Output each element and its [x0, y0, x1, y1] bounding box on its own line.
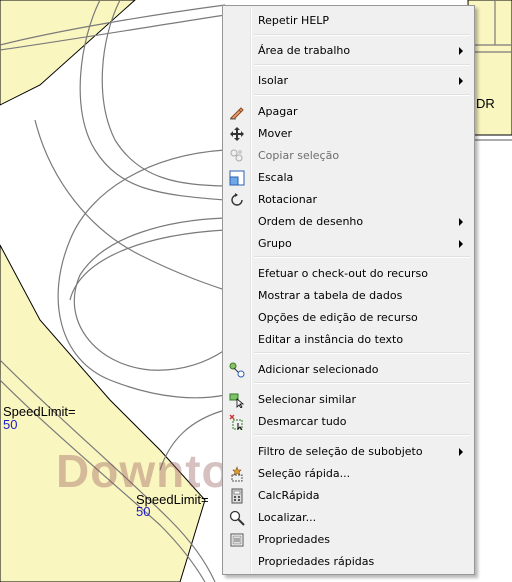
move-icon	[229, 126, 245, 142]
menu-item-label: Adicionar selecionado	[258, 363, 379, 376]
calculator-icon	[229, 488, 245, 504]
menu-item-label: CalcRápida	[258, 489, 320, 502]
menu-item-apagar[interactable]: Apagar	[225, 101, 472, 123]
menu-item-isolar[interactable]: Isolar	[225, 70, 472, 92]
submenu-arrow-icon	[459, 77, 463, 85]
menu-item-label: Escala	[258, 171, 294, 184]
find-icon	[229, 510, 245, 526]
menu-item-mover[interactable]: Mover	[225, 123, 472, 145]
menu-item-label: Efetuar o check-out do recurso	[258, 267, 429, 280]
menu-separator	[254, 34, 470, 36]
submenu-arrow-icon	[459, 448, 463, 456]
menu-item-opcoes-de-edicao-de-recurso[interactable]: Opções de edição de recurso	[225, 307, 472, 329]
map-label-speedlimit-value: 50	[136, 504, 151, 519]
rotate-icon	[229, 192, 245, 208]
menu-item-propriedades[interactable]: Propriedades	[225, 529, 472, 551]
menu-item-copiar-selecao: Copiar seleção	[225, 145, 472, 167]
menu-separator	[254, 382, 470, 384]
menu-separator	[254, 94, 470, 96]
map-parcel-right-bottom	[470, 140, 512, 580]
menu-item-label: Opções de edição de recurso	[258, 311, 418, 324]
menu-item-rotacionar[interactable]: Rotacionar	[225, 189, 472, 211]
menu-item-label: Grupo	[258, 237, 292, 250]
submenu-arrow-icon	[459, 240, 463, 248]
select-similar-icon	[229, 392, 245, 409]
menu-item-label: Ordem de desenho	[258, 215, 364, 228]
menu-item-selecionar-similar[interactable]: Selecionar similar	[225, 389, 472, 411]
quick-select-icon	[229, 466, 245, 482]
menu-item-label: Filtro de seleção de subobjeto	[258, 445, 423, 458]
menu-item-adicionar-selecionado[interactable]: Adicionar selecionado	[225, 359, 472, 381]
menu-separator	[254, 352, 470, 354]
menu-item-propriedades-rapidas[interactable]: Propriedades rápidas	[225, 551, 472, 573]
deselect-all-icon	[229, 414, 245, 431]
menu-separator	[254, 256, 470, 258]
menu-item-label: Mover	[258, 127, 293, 140]
map-label-dr: DR	[476, 96, 495, 111]
menu-item-label: Apagar	[258, 105, 298, 118]
menu-item-label: Propriedades	[258, 533, 330, 546]
menu-item-efetuar-o-check-out-do-recurso[interactable]: Efetuar o check-out do recurso	[225, 263, 472, 285]
menu-item-ordem-de-desenho[interactable]: Ordem de desenho	[225, 211, 472, 233]
menu-item-label: Desmarcar tudo	[258, 415, 347, 428]
menu-item-label: Selecionar similar	[258, 393, 357, 406]
menu-item-editar-a-instancia-do-texto[interactable]: Editar a instância do texto	[225, 329, 472, 351]
menu-item-repetir-help[interactable]: Repetir HELP	[225, 10, 472, 32]
menu-item-label: Localizar...	[258, 511, 317, 524]
menu-item-label: Isolar	[258, 74, 289, 87]
map-label-speedlimit-value: 50	[3, 417, 18, 432]
menu-item-label: Mostrar a tabela de dados	[258, 289, 403, 302]
menu-item-label: Seleção rápida...	[258, 467, 351, 480]
menu-item-filtro-de-selecao-de-subobjeto[interactable]: Filtro de seleção de subobjeto	[225, 441, 472, 463]
menu-item-mostrar-a-tabela-de-dados[interactable]: Mostrar a tabela de dados	[225, 285, 472, 307]
menu-item-label: Rotacionar	[258, 193, 318, 206]
menu-item-localizar[interactable]: Localizar...	[225, 507, 472, 529]
menu-item-label: Copiar seleção	[258, 149, 340, 162]
eraser-icon	[229, 104, 245, 120]
context-menu[interactable]: Repetir HELP Área de trabalho Isolar Apagar…	[222, 5, 475, 575]
properties-icon	[229, 532, 245, 548]
submenu-arrow-icon	[459, 47, 463, 55]
menu-item-desmarcar-tudo[interactable]: Desmarcar tudo	[225, 411, 472, 433]
submenu-arrow-icon	[459, 218, 463, 226]
menu-item-escala[interactable]: Escala	[225, 167, 472, 189]
menu-item-grupo[interactable]: Grupo	[225, 233, 472, 255]
menu-item-label: Repetir HELP	[258, 14, 330, 27]
add-selected-icon	[229, 362, 245, 378]
menu-item-label: Área de trabalho	[258, 44, 351, 57]
menu-separator	[254, 434, 470, 436]
menu-item-calcrapida[interactable]: CalcRápida	[225, 485, 472, 507]
menu-item-label: Editar a instância do texto	[258, 333, 404, 346]
menu-item-label: Propriedades rápidas	[258, 555, 375, 568]
map-parcel-top-left	[0, 0, 136, 106]
copy-selection-icon	[229, 148, 245, 164]
menu-item-selecao-rapida[interactable]: Seleção rápida...	[225, 463, 472, 485]
menu-separator	[254, 64, 470, 66]
menu-item-area-de-trabalho[interactable]: Área de trabalho	[225, 40, 472, 62]
scale-icon	[229, 170, 245, 186]
